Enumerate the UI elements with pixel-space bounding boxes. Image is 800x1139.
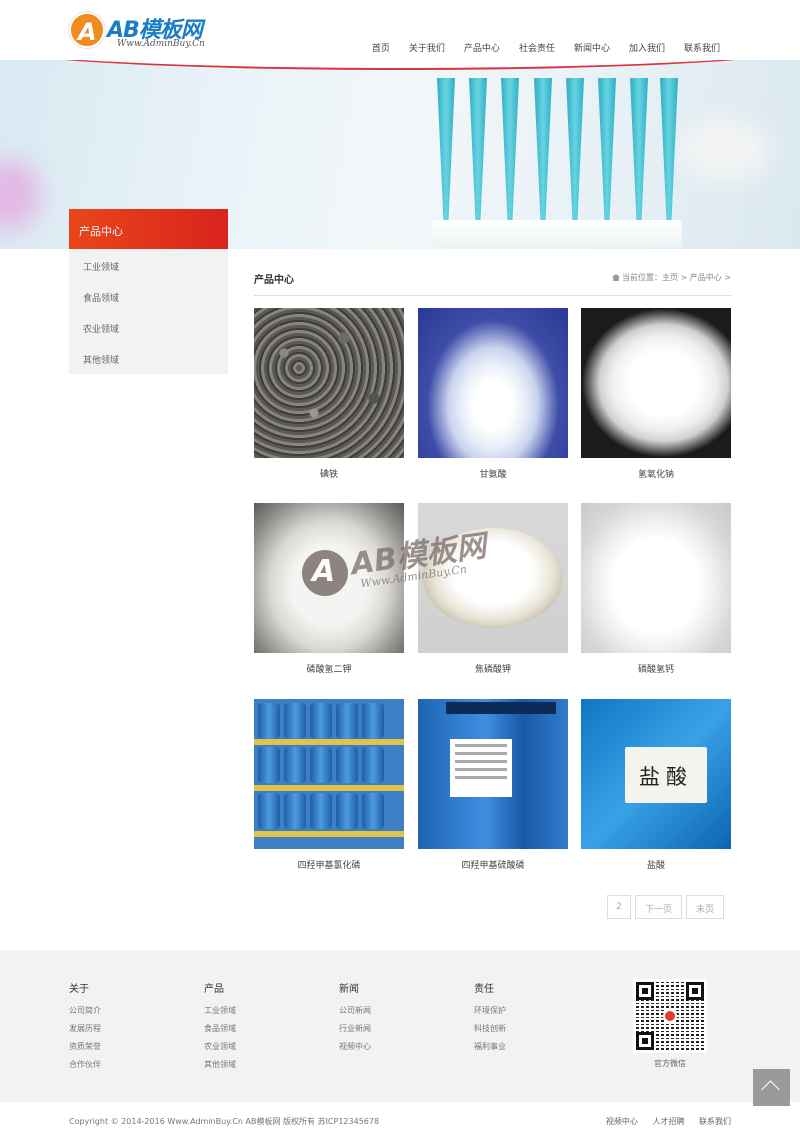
nav-news[interactable]: 新闻中心 [574,41,610,54]
content-header: 产品中心 当前位置：主页 > 产品中心 > [254,268,731,296]
sidebar-menu: 工业领域 食品领域 农业领域 其他领域 [69,249,228,374]
product-card[interactable]: 碘铁 [254,308,404,480]
nav-join[interactable]: 加入我们 [629,41,665,54]
logo-icon: A [69,12,105,48]
footer-link[interactable]: 视频中心 [339,1041,371,1059]
nav-products[interactable]: 产品中心 [464,41,500,54]
footer-col-about: 关于 公司简介 发展历程 资质荣誉 合作伙伴 [69,980,101,1077]
back-to-top-button[interactable] [753,1069,790,1106]
product-name[interactable]: 盐酸 [581,858,731,871]
page-title: 产品中心 [254,275,294,286]
product-name[interactable]: 四羟甲基硫酸磷 [418,858,568,871]
footer-bottom-link[interactable]: 视频中心 [606,1117,638,1126]
wechat-qr-code [633,979,707,1053]
footer-col-products: 产品 工业领域 食品领域 农业领域 其他领域 [204,980,236,1077]
site-logo[interactable]: A AB模板网 Www.AdminBuy.Cn [69,12,219,52]
footer-col-news: 新闻 公司新闻 行业新闻 视频中心 [339,980,371,1059]
product-image[interactable] [254,308,404,458]
home-icon [611,274,620,281]
product-image[interactable] [254,503,404,653]
banner-red-curve [0,60,800,70]
product-image[interactable] [254,699,404,849]
breadcrumb: 当前位置：主页 > 产品中心 > [611,272,731,283]
footer-link[interactable]: 公司简介 [69,1005,101,1023]
product-card[interactable]: 四羟甲基氯化磷 [254,699,404,871]
hcl-drum-label: 盐酸 [625,747,707,803]
breadcrumb-prefix: 当前位置： [621,273,662,282]
footer-link[interactable]: 合作伙伴 [69,1059,101,1077]
copyright: Copyright © 2014-2016 Www.AdminBuy.Cn AB… [69,1117,380,1126]
nav-responsibility[interactable]: 社会责任 [519,41,555,54]
product-card[interactable]: 磷酸氢二钾 [254,503,404,675]
footer-link[interactable]: 公司新闻 [339,1005,371,1023]
breadcrumb-products[interactable]: 产品中心 [690,273,722,282]
footer-link[interactable]: 资质荣誉 [69,1041,101,1059]
footer-col-title: 产品 [204,984,224,995]
product-name[interactable]: 四羟甲基氯化磷 [254,858,404,871]
pipette-tips-image [432,78,682,248]
product-name[interactable]: 磷酸氢钙 [581,662,731,675]
breadcrumb-separator: > [680,273,688,282]
footer-bottom-links: 视频中心 人才招聘 联系我们 [594,1116,731,1127]
pager-page[interactable]: 2 [607,895,631,919]
footer-link[interactable]: 食品领域 [204,1023,236,1041]
product-image[interactable] [418,308,568,458]
footer-link[interactable]: 工业领域 [204,1005,236,1023]
product-card[interactable]: 磷酸氢钙 [581,503,731,675]
pager-last[interactable]: 末页 [686,895,724,919]
product-name[interactable]: 磷酸氢二钾 [254,662,404,675]
nav-contact[interactable]: 联系我们 [684,41,720,54]
footer-bottom-link[interactable]: 联系我们 [699,1117,731,1126]
product-name[interactable]: 碘铁 [254,467,404,480]
qr-caption: 官方微信 [654,1059,686,1068]
footer-link[interactable]: 发展历程 [69,1023,101,1041]
footer-link[interactable]: 福利事业 [474,1041,506,1059]
product-image[interactable] [581,503,731,653]
qr-logo-icon [663,1009,677,1023]
site-header: A AB模板网 Www.AdminBuy.Cn 首页 关于我们 产品中心 社会责… [0,0,800,64]
nav-home[interactable]: 首页 [372,41,390,54]
product-name[interactable]: 焦磷酸钾 [418,662,568,675]
product-name[interactable]: 氢氧化钠 [581,467,731,480]
product-image[interactable] [418,699,568,849]
product-card[interactable]: 焦磷酸钾 [418,503,568,675]
footer-link[interactable]: 其他领域 [204,1059,236,1077]
product-name[interactable]: 甘氨酸 [418,467,568,480]
sidebar-title: 产品中心 [69,209,228,249]
footer-link[interactable]: 行业新闻 [339,1023,371,1041]
breadcrumb-home[interactable]: 主页 [662,273,678,282]
footer-link[interactable]: 环境保护 [474,1005,506,1023]
footer-link[interactable]: 科技创新 [474,1023,506,1041]
product-card[interactable]: 四羟甲基硫酸磷 [418,699,568,871]
banner-blur [680,120,770,180]
footer-col-title: 新闻 [339,984,359,995]
footer-col-title: 责任 [474,984,494,995]
breadcrumb-separator: > [724,273,731,282]
sidebar-item-agriculture[interactable]: 农业领域 [69,311,228,342]
product-card[interactable]: 氢氧化钠 [581,308,731,480]
product-card[interactable]: 盐酸 盐酸 [581,699,731,871]
nav-about[interactable]: 关于我们 [409,41,445,54]
logo-subtitle: Www.AdminBuy.Cn [117,39,205,49]
footer-bottom-link[interactable]: 人才招聘 [652,1117,684,1126]
sidebar-item-other[interactable]: 其他领域 [69,342,228,373]
pager-next[interactable]: 下一页 [635,895,682,919]
product-image[interactable] [581,308,731,458]
main-nav: 首页 关于我们 产品中心 社会责任 新闻中心 加入我们 联系我们 [372,41,720,54]
footer-col-responsibility: 责任 环境保护 科技创新 福利事业 [474,980,506,1059]
sidebar-item-food[interactable]: 食品领域 [69,280,228,311]
sidebar-item-industrial[interactable]: 工业领域 [69,249,228,280]
footer-link[interactable]: 农业领域 [204,1041,236,1059]
product-card[interactable]: 甘氨酸 [418,308,568,480]
product-image[interactable]: 盐酸 [581,699,731,849]
product-image[interactable] [418,503,568,653]
banner-blur [0,160,40,230]
footer-col-title: 关于 [69,984,89,995]
